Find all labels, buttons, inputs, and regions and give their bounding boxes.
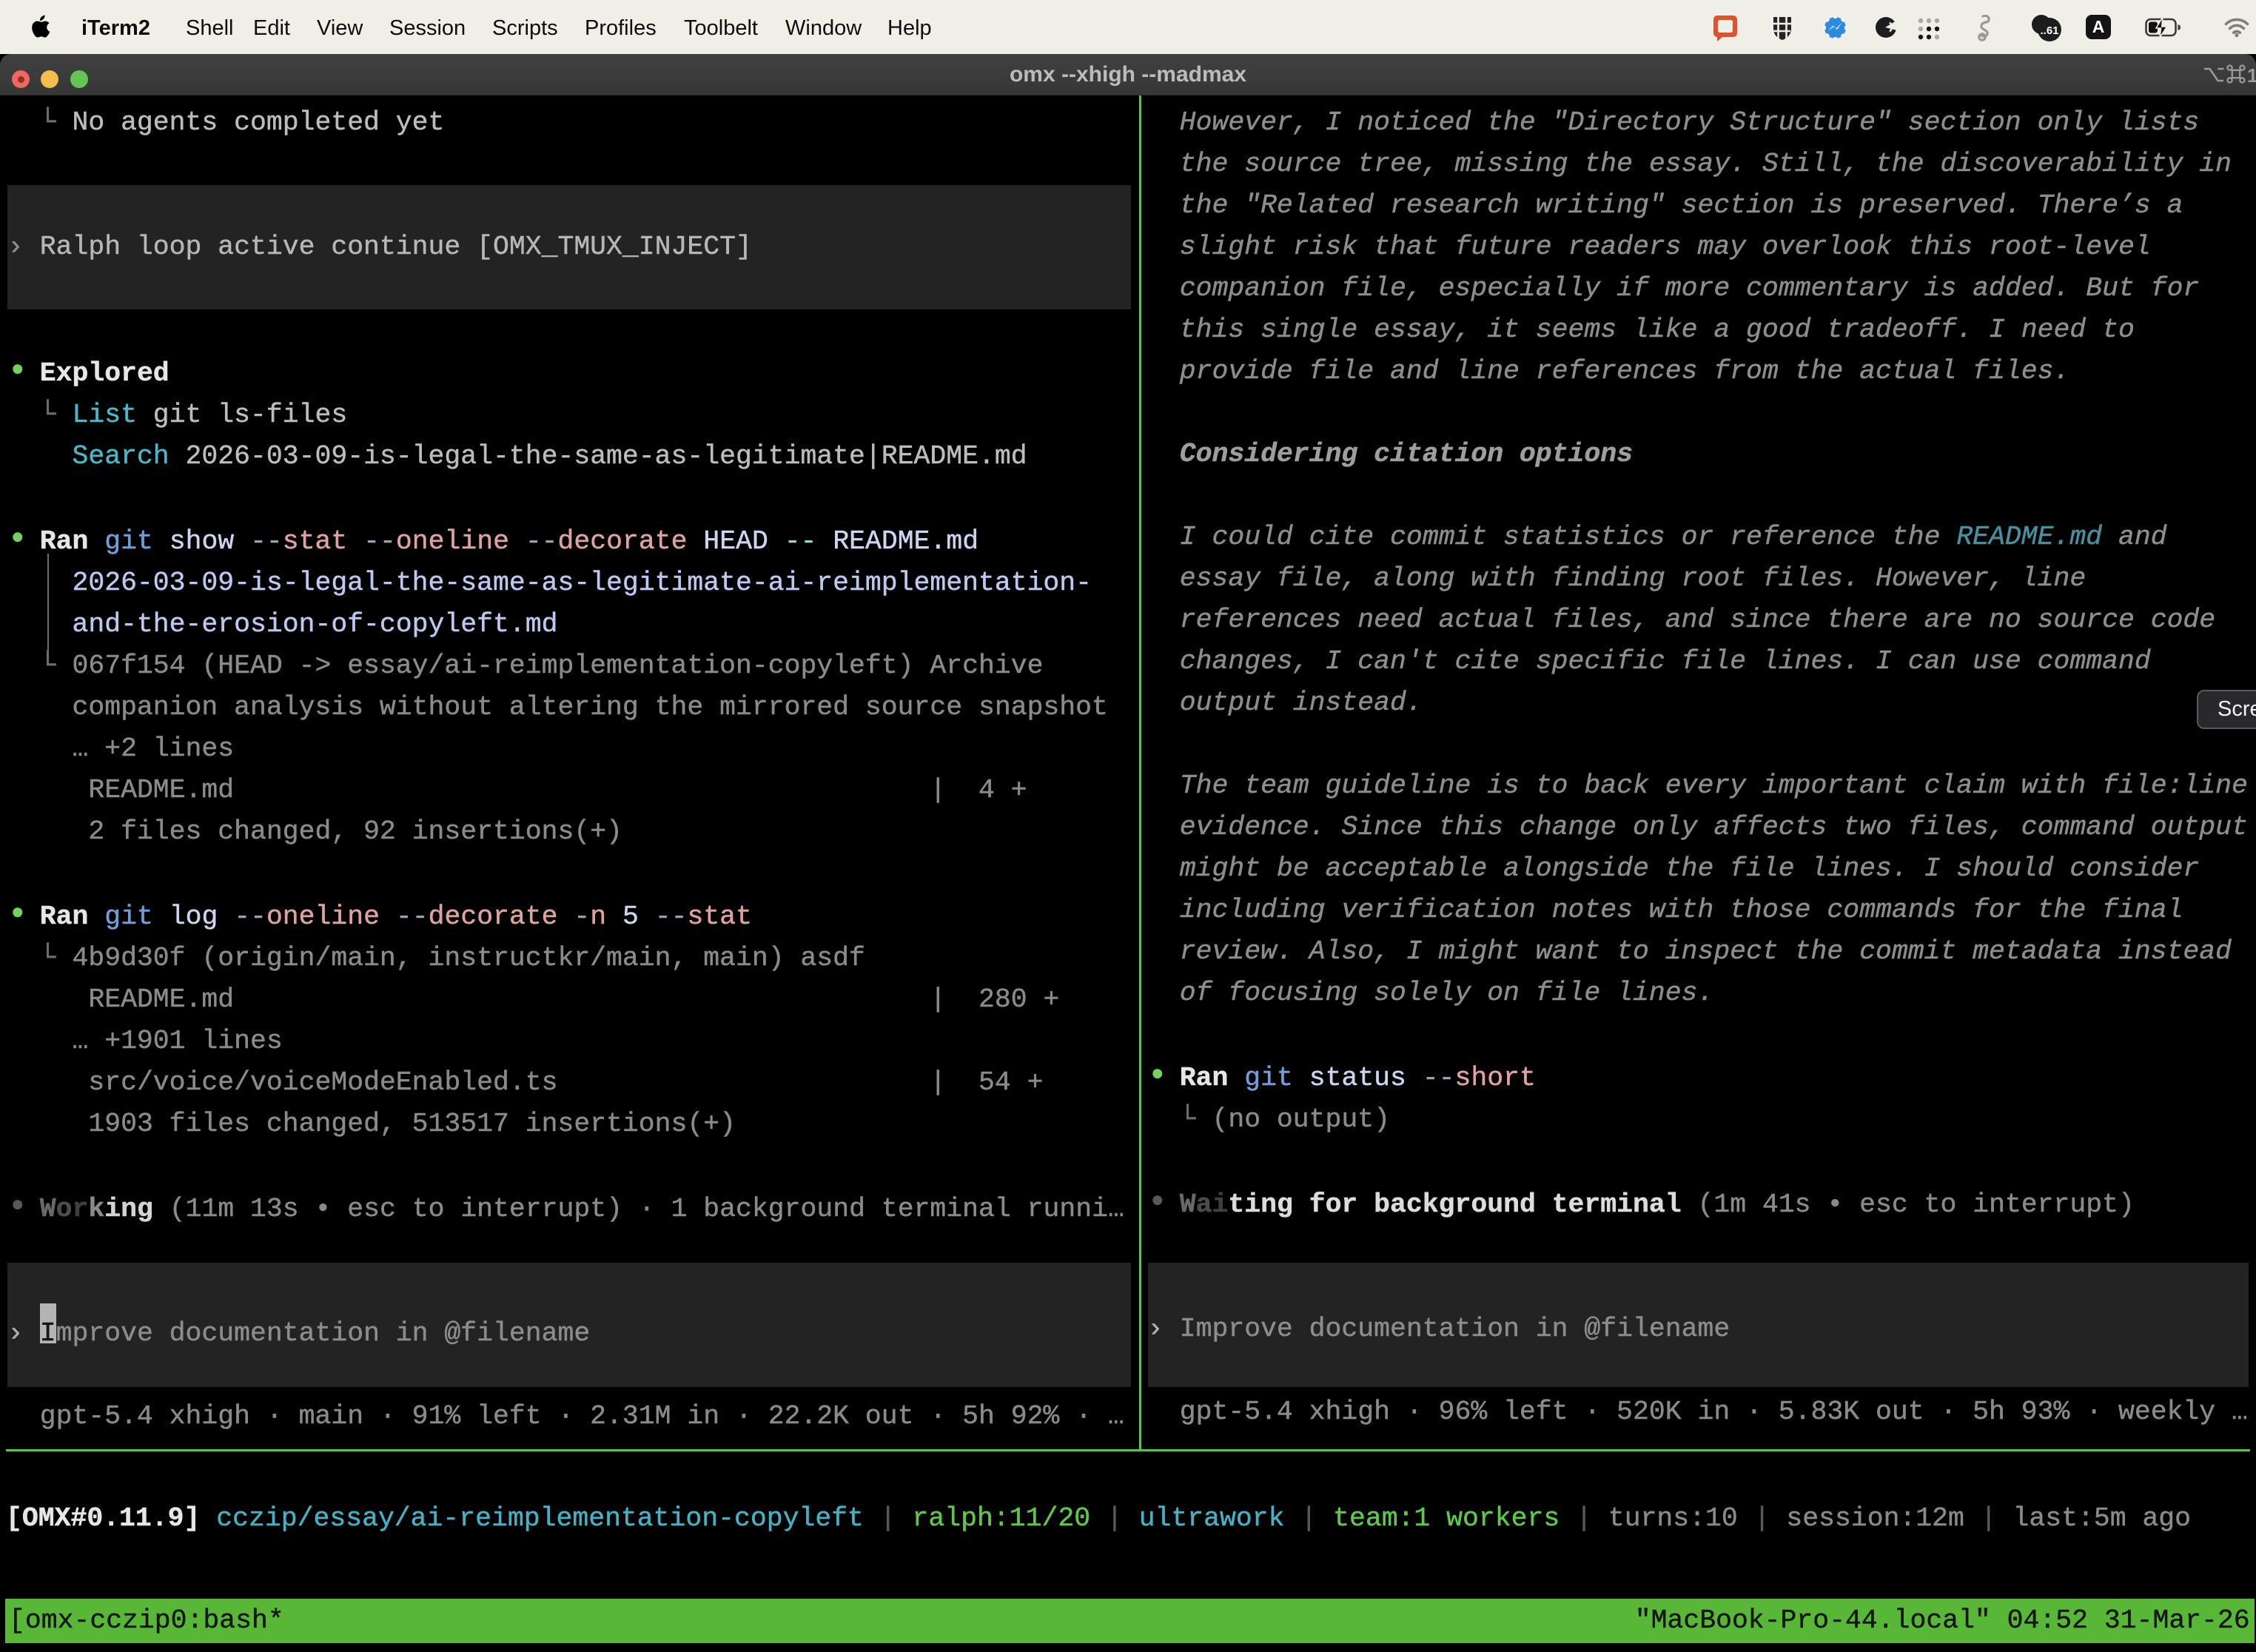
svg-text:..61: ..61 (2040, 24, 2058, 37)
